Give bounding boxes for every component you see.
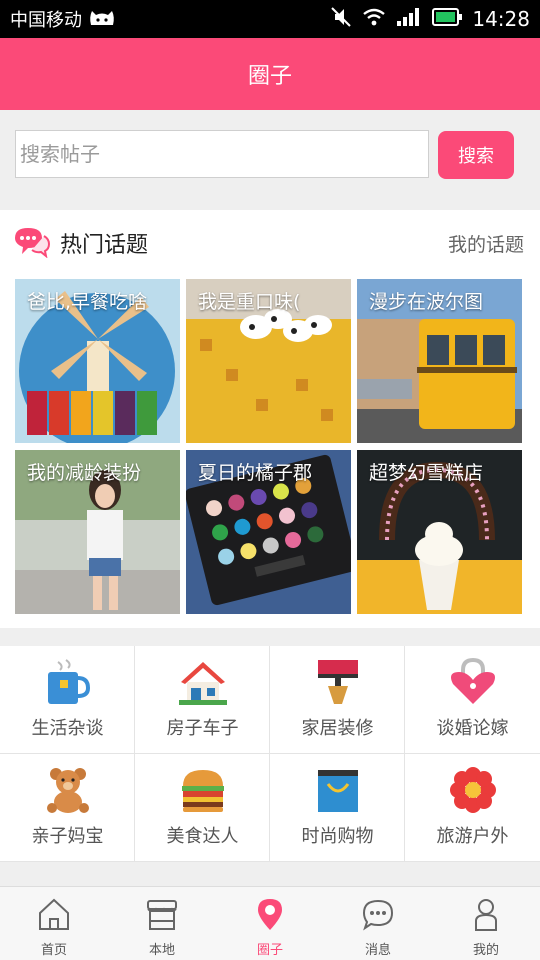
topic-tile-icecream[interactable]: 超梦幻雪糕店 bbox=[357, 450, 522, 614]
topic-tile-orange-county[interactable]: 夏日的橘子郡 bbox=[186, 450, 351, 614]
category-foodie[interactable]: 美食达人 bbox=[135, 754, 270, 862]
topic-tile-fashion[interactable]: 我的减龄装扮 bbox=[15, 450, 180, 614]
search-bar: 搜索帖子 搜索 bbox=[0, 110, 540, 208]
category-label: 家居装修 bbox=[301, 718, 374, 739]
category-label: 时尚购物 bbox=[301, 826, 374, 847]
tab-me[interactable]: 我的 bbox=[432, 887, 540, 960]
status-bar: 中国移动 14:28 bbox=[0, 0, 540, 38]
hot-topics-section: 热门话题 我的话题 爸比,早餐吃啥 我是重口味(漫步在波尔图 我的减龄装扮 夏… bbox=[0, 210, 540, 628]
topic-label: 我是重口味( bbox=[198, 291, 301, 313]
signal-icon bbox=[396, 7, 422, 32]
title-bar: 圈子 bbox=[0, 38, 540, 110]
topic-label: 我的减龄装扮 bbox=[27, 462, 142, 484]
hot-topics-header: 热门话题 我的话题 bbox=[0, 210, 540, 278]
mug-icon bbox=[44, 658, 92, 706]
tab-label: 圈子 bbox=[256, 943, 283, 958]
battery-icon bbox=[432, 7, 463, 31]
category-marriage[interactable]: 谈婚论嫁 bbox=[405, 646, 540, 754]
tab-local[interactable]: 本地 bbox=[108, 887, 216, 960]
heart-lock-icon bbox=[449, 657, 497, 706]
location-pin-icon bbox=[254, 897, 286, 931]
category-label: 谈婚论嫁 bbox=[436, 718, 509, 739]
chat-icon bbox=[362, 897, 394, 931]
tab-messages[interactable]: 消息 bbox=[324, 887, 432, 960]
category-travel[interactable]: 旅游户外 bbox=[405, 754, 540, 862]
search-input[interactable]: 搜索帖子 bbox=[15, 130, 429, 178]
tab-home[interactable]: 首页 bbox=[0, 887, 108, 960]
category-label: 生活杂谈 bbox=[31, 718, 104, 739]
tab-label: 本地 bbox=[148, 943, 175, 958]
category-label: 旅游户外 bbox=[436, 826, 509, 847]
cat-notification-icon bbox=[88, 7, 116, 32]
teddy-bear-icon bbox=[44, 766, 92, 814]
home-icon bbox=[38, 897, 70, 931]
house-icon bbox=[179, 658, 227, 706]
category-home-decor[interactable]: 家居装修 bbox=[270, 646, 405, 754]
mute-icon bbox=[330, 6, 352, 33]
category-life-chat[interactable]: 生活杂谈 bbox=[0, 646, 135, 754]
category-shopping[interactable]: 时尚购物 bbox=[270, 754, 405, 862]
search-button[interactable]: 搜索 bbox=[438, 131, 514, 179]
page-title: 圈子 bbox=[247, 64, 292, 89]
category-label: 亲子妈宝 bbox=[31, 826, 104, 847]
bottom-tab-bar: 首页 本地 圈子 消息 我的 bbox=[0, 886, 540, 960]
flower-icon bbox=[449, 766, 497, 814]
topic-label: 爸比,早餐吃啥 bbox=[27, 291, 148, 313]
person-icon bbox=[470, 897, 502, 931]
shopping-bag-icon bbox=[314, 766, 362, 814]
category-house-car[interactable]: 房子车子 bbox=[135, 646, 270, 754]
category-parenting[interactable]: 亲子妈宝 bbox=[0, 754, 135, 862]
topic-tile-breakfast[interactable]: 爸比,早餐吃啥 bbox=[15, 279, 180, 443]
topic-label: 漫步在波尔图 bbox=[369, 291, 484, 313]
my-topics-link[interactable]: 我的话题 bbox=[448, 230, 524, 257]
topic-tile-porto[interactable]: 漫步在波尔图 bbox=[357, 279, 522, 443]
tab-label: 首页 bbox=[40, 943, 67, 958]
paint-roller-icon bbox=[314, 658, 362, 706]
topic-tile-curry[interactable]: 我是重口味( bbox=[186, 279, 351, 443]
hot-topics-title: 热门话题 bbox=[60, 233, 149, 258]
category-grid: 生活杂谈 房子车子 家居装修 谈婚论嫁 亲子妈宝 美食达人 时尚购物 旅游户外 bbox=[0, 646, 540, 862]
tab-label: 我的 bbox=[472, 943, 499, 958]
tab-circle[interactable]: 圈子 bbox=[216, 887, 324, 960]
carrier-name: 中国移动 bbox=[10, 10, 82, 31]
store-icon bbox=[146, 897, 178, 931]
wifi-icon bbox=[362, 7, 386, 32]
speech-bubbles-icon bbox=[14, 226, 51, 259]
burger-icon bbox=[179, 766, 227, 814]
category-label: 房子车子 bbox=[166, 718, 239, 739]
tab-label: 消息 bbox=[364, 943, 391, 958]
topic-label: 超梦幻雪糕店 bbox=[369, 462, 484, 484]
topic-label: 夏日的橘子郡 bbox=[198, 462, 313, 484]
category-label: 美食达人 bbox=[166, 826, 239, 847]
clock: 14:28 bbox=[472, 7, 530, 31]
